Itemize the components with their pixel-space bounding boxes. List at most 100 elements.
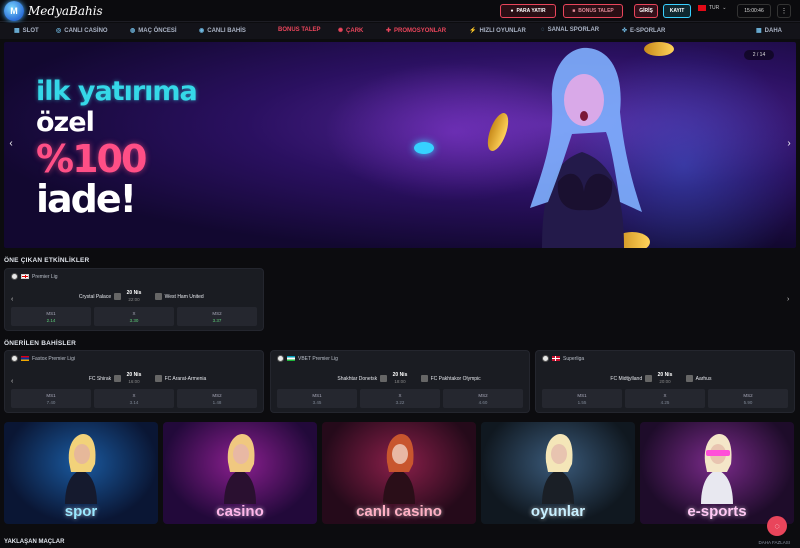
brand-name: MedyaBahis: [28, 4, 103, 18]
nav-fast-games[interactable]: ⚡ HIZLI OYUNLAR: [469, 27, 526, 35]
football-icon: [542, 355, 549, 362]
recommended-card[interactable]: Fastox Premier Ligi ‹ FC Shirak 20 Nis 1…: [4, 350, 264, 413]
ball-icon: ◍: [130, 28, 136, 34]
banner-line-1: ilk yatırıma: [36, 76, 198, 107]
away-team: West Ham United: [164, 293, 204, 300]
tile-label: oyunlar: [530, 503, 586, 520]
odd-button[interactable]: MS1 2.14: [11, 307, 91, 326]
nav-live-betting[interactable]: ◉ CANLI BAHİS: [199, 27, 246, 35]
banner-next-icon[interactable]: ›: [782, 134, 796, 152]
upcoming-more-link[interactable]: DAHA FAZLASI: [758, 540, 790, 545]
category-tile-live-casino[interactable]: canlı casino: [322, 422, 476, 524]
category-tile-sports[interactable]: spor: [4, 422, 158, 524]
football-icon: [11, 273, 18, 280]
football-icon: [11, 355, 18, 362]
odd-button[interactable]: X 3.14: [94, 389, 174, 408]
more-menu-button[interactable]: ⋮: [777, 4, 791, 18]
coin-graphic: [414, 142, 434, 154]
promo-banner[interactable]: ilk yatırıma özel %100 iade! 2 / 14 ‹ ›: [4, 42, 796, 248]
match-row: Crystal Palace 20 Nis 22:00 West Ham Uni…: [5, 287, 263, 307]
team-logo-icon: [685, 375, 693, 382]
nav-promotions[interactable]: ✚ PROMOSYONLAR: [386, 27, 446, 35]
odd-button[interactable]: X 3.30: [94, 307, 174, 326]
odd-button[interactable]: MS1 7.40: [11, 389, 91, 408]
register-button[interactable]: KAYIT: [663, 4, 691, 18]
category-tile-esports[interactable]: e-sports: [640, 422, 794, 524]
esports-model-image: [701, 434, 733, 504]
odd-button[interactable]: MS1 3.45: [277, 389, 357, 408]
apps-icon: ▦: [756, 28, 762, 34]
live-casino-model-image: [383, 434, 415, 504]
tile-label: casino: [216, 503, 264, 520]
turkey-flag-icon: [698, 5, 706, 11]
recommended-title: ÖNERİLEN BAHİSLER: [4, 340, 77, 347]
odds-row: MS1 2.14 X 3.30 MS2 3.37: [11, 307, 257, 326]
chevron-down-icon: ⌄: [722, 5, 727, 11]
nav-bonus-request[interactable]: BONUS TALEP: [278, 27, 321, 33]
banner-line-2: özel: [36, 107, 95, 138]
odd-button[interactable]: MS2 1.48: [177, 389, 257, 408]
deposit-button[interactable]: ● PARA YATIR: [500, 4, 556, 18]
logo-icon: M: [4, 1, 24, 21]
nav-live-casino[interactable]: ◎ CANLI CASİNO: [56, 27, 108, 35]
games-model-image: [542, 434, 574, 504]
top-bar: M MedyaBahis ● PARA YATIR ■ BONUS TALEP …: [0, 0, 800, 22]
league-name: Fastox Premier Ligi: [32, 355, 76, 362]
upcoming-title: YAKLAŞAN MAÇLAR: [4, 539, 65, 545]
bonus-request-button[interactable]: ■ BONUS TALEP: [563, 4, 623, 18]
banner-prev-icon[interactable]: ‹: [4, 134, 18, 152]
chip-icon: ◎: [56, 28, 62, 34]
bolt-icon: ⚡: [469, 28, 477, 34]
grid-icon: ▦: [14, 28, 20, 34]
match-date: 20 Nis: [126, 290, 142, 296]
denmark-flag-icon: [552, 356, 560, 361]
odd-button[interactable]: MS2 3.37: [177, 307, 257, 326]
next-icon[interactable]: ›: [787, 296, 789, 303]
brand-logo[interactable]: M MedyaBahis: [4, 1, 103, 21]
login-button[interactable]: GİRİŞ: [634, 4, 658, 18]
nav-slot[interactable]: ▦ SLOT: [14, 27, 39, 35]
nav-prematch[interactable]: ◍ MAÇ ÖNCESİ: [130, 27, 177, 35]
nav-wheel[interactable]: ✺ ÇARK: [338, 27, 363, 35]
league-name: Superliga: [563, 355, 585, 362]
armenia-flag-icon: [21, 356, 29, 361]
team-logo-icon: [420, 375, 428, 382]
nav-esports[interactable]: ✜ E-SPORLAR: [622, 27, 665, 35]
featured-match-card[interactable]: Premier Lig ‹ Crystal Palace 20 Nis 22:0…: [4, 268, 264, 331]
recommended-card[interactable]: Superliga FC Midtjylland 20 Nis 20:00 Aa…: [535, 350, 795, 413]
category-tile-games[interactable]: oyunlar: [481, 422, 635, 524]
virtual-icon: ◌: [541, 27, 545, 33]
tile-label: spor: [64, 503, 98, 520]
banner-headline: ilk yatırıma özel %100 iade!: [36, 76, 198, 221]
odd-button[interactable]: X 3.22: [360, 389, 440, 408]
away-team: FC Pakhtakor Olympic: [430, 375, 481, 382]
odd-button[interactable]: MS2 5.90: [708, 389, 788, 408]
recommended-card[interactable]: VBET Premier Lig Shakhtar Donetsk 20 Nis…: [270, 350, 530, 413]
league-name: Premier Lig: [32, 273, 58, 280]
team-logo-icon: [154, 293, 162, 300]
odd-button[interactable]: MS2 4.60: [443, 389, 523, 408]
match-time: 16:00: [128, 379, 140, 384]
league-name: VBET Premier Lig: [298, 355, 338, 362]
match-date: 20 Nis: [392, 372, 408, 378]
away-team: FC Ararat-Armenia: [164, 375, 207, 382]
sports-model-image: [65, 434, 97, 504]
wheel-icon: ✺: [338, 28, 344, 34]
gamepad-icon: ✜: [622, 28, 628, 34]
category-tile-casino[interactable]: casino: [163, 422, 317, 524]
nav-virtual-sports[interactable]: ◌ SANAL SPORLAR: [541, 27, 599, 33]
main-nav: ▦ SLOT ◎ CANLI CASİNO ◍ MAÇ ÖNCESİ ◉ CANLI B…: [0, 23, 800, 39]
featured-title: ÖNE ÇIKAN ETKİNLİKLER: [4, 257, 90, 264]
nav-more[interactable]: ▦ DAHA: [756, 27, 782, 35]
match-time: 20:00: [659, 379, 671, 384]
banner-line-3: %100: [36, 137, 147, 181]
odd-button[interactable]: MS1 1.55: [542, 389, 622, 408]
banner-line-4: iade!: [36, 177, 137, 221]
odd-button[interactable]: X 4.25: [625, 389, 705, 408]
wallet-icon: ●: [510, 8, 514, 14]
gift-icon: ■: [572, 8, 576, 14]
language-selector[interactable]: TUR ⌄: [698, 5, 726, 11]
chat-icon[interactable]: ◌: [767, 516, 787, 536]
england-flag-icon: [21, 274, 29, 279]
uzbekistan-flag-icon: [287, 356, 295, 361]
